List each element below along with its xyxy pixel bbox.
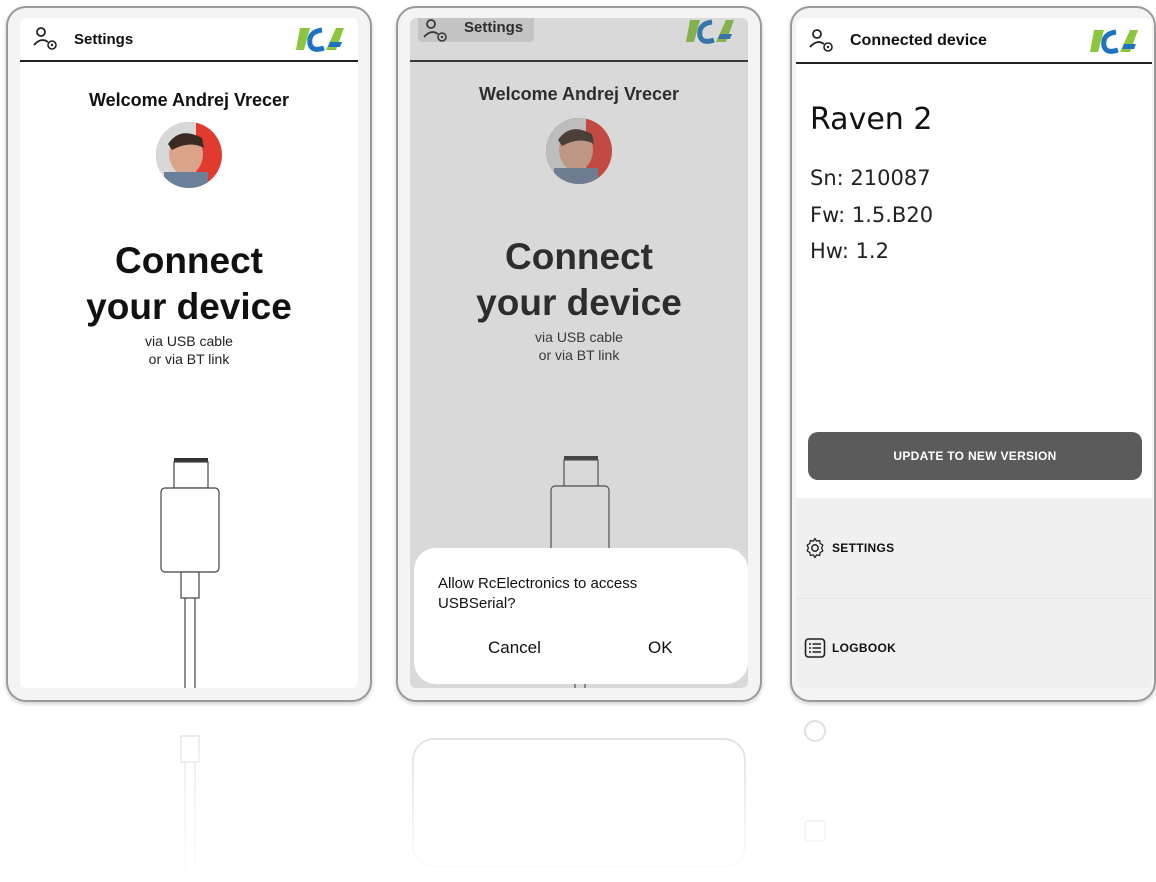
ica-logo: [296, 27, 344, 52]
list-icon: [804, 638, 826, 658]
dialog-message: Allow RcElectronics to access USBSerial?: [438, 575, 638, 612]
device-name: Raven 2: [810, 102, 933, 137]
ok-button[interactable]: OK: [648, 638, 673, 658]
connect-heading-line1: Connect: [115, 240, 263, 281]
permission-dialog: Allow RcElectronics to access USBSerial?…: [414, 548, 748, 684]
update-button[interactable]: UPDATE TO NEW VERSION: [808, 432, 1142, 480]
top-bar: Settings: [20, 18, 358, 62]
firmware-version: Fw: 1.5.B20: [810, 203, 934, 227]
top-bar: Connected device: [796, 20, 1152, 64]
user-settings-icon[interactable]: [32, 25, 60, 53]
cancel-button[interactable]: Cancel: [488, 638, 541, 658]
screen-area: Settings Welcome Andrej Vrecer Connect y…: [410, 18, 748, 688]
phone-connected-device-screen: Connected device Raven 2 Sn: 210087 Fw: …: [790, 6, 1156, 702]
usb-cable-icon: [160, 458, 220, 688]
screen-area: Connected device Raven 2 Sn: 210087 Fw: …: [796, 18, 1152, 688]
menu-item-label: SETTINGS: [832, 541, 895, 555]
user-settings-icon[interactable]: [808, 27, 836, 55]
avatar: [156, 122, 222, 188]
menu-list: SETTINGS LOGBOOK: [796, 498, 1152, 688]
welcome-text: Welcome Andrej Vrecer: [88, 90, 290, 110]
connect-heading-line2: your device: [86, 286, 292, 327]
hardware-version: Hw: 1.2: [810, 239, 889, 263]
ica-logo: [1090, 29, 1138, 54]
phone-settings-screen: Settings Welcome Andrej Vrecer Connect y…: [6, 6, 372, 702]
screen-area: Settings Welcome Andrej Vrecer Connect y…: [20, 18, 358, 688]
menu-item-settings[interactable]: SETTINGS: [796, 498, 1152, 598]
gear-icon: [806, 537, 824, 559]
page-title: Connected device: [850, 32, 987, 49]
menu-item-label: LOGBOOK: [832, 641, 897, 655]
menu-item-logbook[interactable]: LOGBOOK: [796, 598, 1152, 688]
phone-permission-screen: Settings Welcome Andrej Vrecer Connect y…: [396, 6, 762, 702]
reflection-fade: [0, 706, 1156, 882]
connect-sub-line1: via USB cable: [145, 333, 233, 349]
page-title: Settings: [74, 30, 134, 48]
serial-number: Sn: 210087: [810, 166, 931, 190]
connect-sub-line2: or via BT link: [148, 351, 230, 367]
